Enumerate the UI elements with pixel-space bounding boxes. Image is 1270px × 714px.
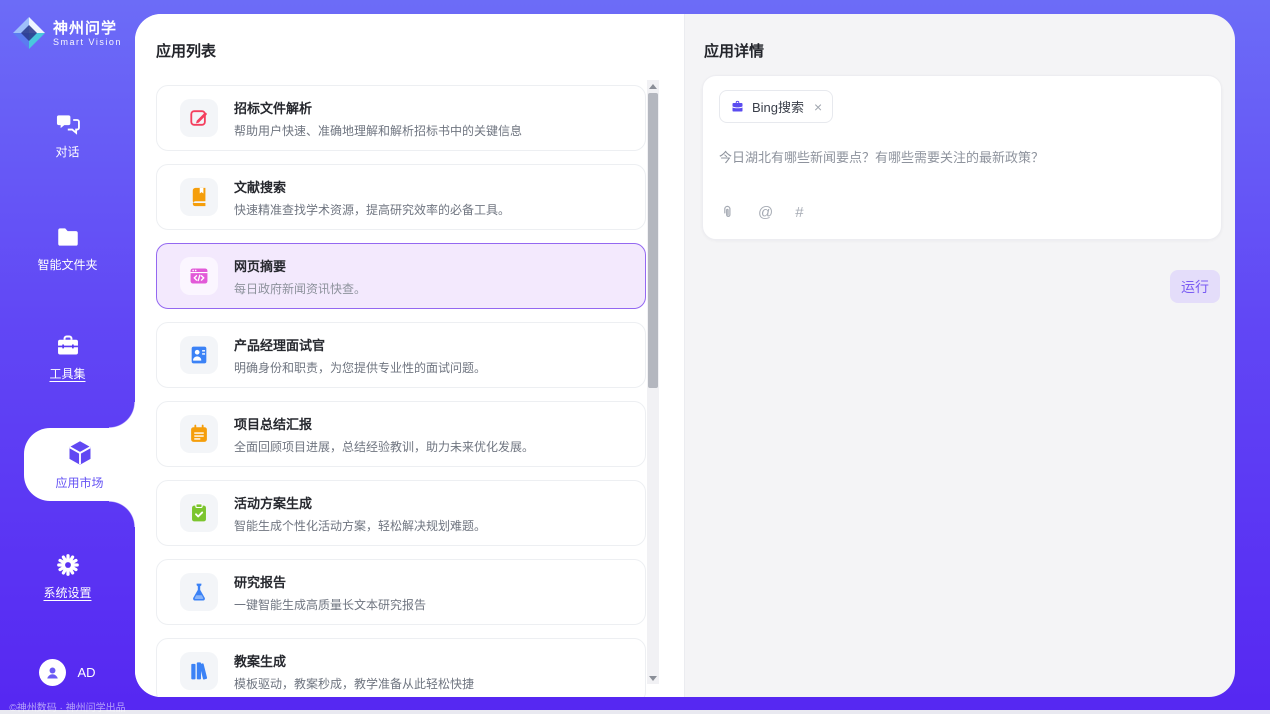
app-detail-panel: 应用详情 Bing搜索 × 今日湖北有哪些新闻要点？有哪些需要关注的最新政策？ … [685,14,1235,697]
gear-icon [55,552,81,578]
app-detail-title: 应用详情 [704,40,1222,61]
cube-icon [65,438,95,468]
sidebar-item-folder[interactable]: 智能文件夹 [0,224,135,273]
app-card[interactable]: 项目总结汇报 全面回顾项目进展，总结经验教训，助力未来优化发展。 [156,401,646,467]
app-card[interactable]: 教案生成 模板驱动，教案秒成，教学准备从此轻松快捷 [156,638,646,697]
mention-icon[interactable]: @ [758,204,773,221]
calendar-icon [180,415,218,453]
input-toolbar: @ # [719,204,1205,225]
flask-icon [180,573,218,611]
toolbox-icon [55,333,81,359]
app-list-title: 应用列表 [156,40,684,61]
main-content: 应用列表 招标文件解析 帮助用户快速、准确地理解和解析招标书中的关键信息 文献搜… [135,14,1235,697]
copyright-footer: ©神州数码 · 神州问学出品 [0,699,135,714]
run-button[interactable]: 运行 [1170,270,1220,303]
sidebar-item-cube[interactable]: 应用市场 [24,428,135,501]
user-row[interactable]: AD [0,659,135,686]
interview-icon [180,336,218,374]
sidebar-item-toolbox[interactable]: 工具集 [0,333,135,382]
brand-logo: 神州问学 Smart Vision [0,0,135,54]
app-list-panel: 应用列表 招标文件解析 帮助用户快速、准确地理解和解析招标书中的关键信息 文献搜… [135,14,685,697]
books-icon [180,652,218,690]
hash-icon[interactable]: # [795,204,803,221]
app-card[interactable]: 产品经理面试官 明确身份和职责，为您提供专业性的面试问题。 [156,322,646,388]
paperclip-icon[interactable] [719,204,736,221]
app-card-desc: 明确身份和职责，为您提供专业性的面试问题。 [234,359,486,376]
briefcase-icon [730,99,745,114]
app-card-title: 网页摘要 [234,256,366,275]
app-card[interactable]: 网页摘要 每日政府新闻资讯快查。 [156,243,646,309]
bottom-strip [0,710,1270,714]
tool-chip-label: Bing搜索 [752,97,804,116]
app-card-desc: 每日政府新闻资讯快查。 [234,280,366,297]
app-card-title: 活动方案生成 [234,493,486,512]
app-card-desc: 智能生成个性化活动方案，轻松解决规划难题。 [234,517,486,534]
app-card[interactable]: 招标文件解析 帮助用户快速、准确地理解和解析招标书中的关键信息 [156,85,646,151]
prompt-card: Bing搜索 × 今日湖北有哪些新闻要点？有哪些需要关注的最新政策？ @ # [702,75,1222,240]
scrollbar-thumb[interactable] [648,93,658,388]
app-card-title: 教案生成 [234,651,474,670]
sidebar-item-gear[interactable]: 系统设置 [0,552,135,601]
folder-icon [55,224,81,250]
edit-icon [180,99,218,137]
user-icon [44,664,61,681]
chat-icon [55,111,81,137]
app-card-title: 项目总结汇报 [234,414,534,433]
app-card-desc: 模板驱动，教案秒成，教学准备从此轻松快捷 [234,675,474,692]
app-card[interactable]: 研究报告 一键智能生成高质量长文本研究报告 [156,559,646,625]
user-initials: AD [77,665,95,680]
sidebar-nav: 对话 智能文件夹 工具集 应用市场 系统设置 [0,54,135,601]
app-card-title: 招标文件解析 [234,98,522,117]
sidebar: 神州问学 Smart Vision 对话 智能文件夹 工具集 应用市场 系统设置… [0,0,135,714]
diamond-logo-icon [12,16,46,50]
app-card[interactable]: 活动方案生成 智能生成个性化活动方案，轻松解决规划难题。 [156,480,646,546]
tool-chip-bing-search[interactable]: Bing搜索 × [719,90,833,123]
app-card[interactable]: 文献搜索 快速精准查找学术资源，提高研究效率的必备工具。 [156,164,646,230]
avatar[interactable] [39,659,66,686]
app-card-title: 研究报告 [234,572,426,591]
app-card-desc: 快速精准查找学术资源，提高研究效率的必备工具。 [234,201,510,218]
brand-subtitle: Smart Vision [53,37,122,47]
app-card-desc: 全面回顾项目进展，总结经验教训，助力未来优化发展。 [234,438,534,455]
browser-icon [180,257,218,295]
app-card-desc: 帮助用户快速、准确地理解和解析招标书中的关键信息 [234,122,522,139]
app-card-list: 招标文件解析 帮助用户快速、准确地理解和解析招标书中的关键信息 文献搜索 快速精… [156,85,646,697]
sidebar-item-chat[interactable]: 对话 [0,111,135,160]
scrollbar[interactable] [647,80,659,684]
scroll-down-icon[interactable] [647,672,659,684]
clipboard-icon [180,494,218,532]
app-card-title: 文献搜索 [234,177,510,196]
scroll-up-icon[interactable] [647,80,659,92]
book-icon [180,178,218,216]
brand-name: 神州问学 [53,20,122,37]
chip-close-icon[interactable]: × [814,100,822,114]
app-card-desc: 一键智能生成高质量长文本研究报告 [234,596,426,613]
prompt-input[interactable]: 今日湖北有哪些新闻要点？有哪些需要关注的最新政策？ [719,148,1205,168]
app-card-title: 产品经理面试官 [234,335,486,354]
